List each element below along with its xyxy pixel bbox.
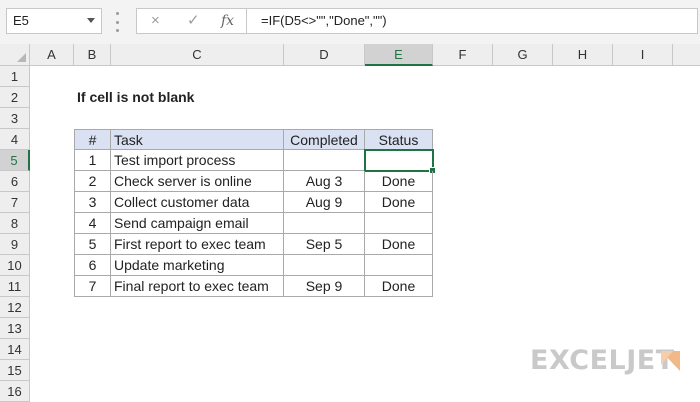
completed-cell[interactable] [284,150,365,171]
row-header-16[interactable]: 16 [0,381,30,402]
task-num-cell[interactable]: 1 [74,150,111,171]
row-header-7[interactable]: 7 [0,192,30,213]
status-cell[interactable] [365,255,433,276]
task-num-cell[interactable]: 7 [74,276,111,297]
chevron-down-icon[interactable] [87,18,95,23]
header-status[interactable]: Status [365,129,433,150]
status-cell[interactable]: Done [365,171,433,192]
formula-input[interactable]: =IF(D5<>"","Done","") [246,8,698,34]
row-header-5[interactable]: 5 [0,150,30,171]
sheet-title: If cell is not blank [77,89,195,105]
row-header-8[interactable]: 8 [0,213,30,234]
status-cell[interactable]: Done [365,234,433,255]
header-num[interactable]: # [74,129,111,150]
cancel-icon[interactable]: × [151,9,160,33]
column-header-a[interactable]: A [30,44,74,66]
row-header-4[interactable]: 4 [0,129,30,150]
row-header-6[interactable]: 6 [0,171,30,192]
task-name-cell[interactable]: Final report to exec team [111,276,284,297]
completed-cell[interactable] [284,255,365,276]
task-num-cell[interactable]: 2 [74,171,111,192]
row-header-11[interactable]: 11 [0,276,30,297]
header-task[interactable]: Task [111,129,284,150]
task-name-cell[interactable]: Send campaign email [111,213,284,234]
column-header-f[interactable]: F [433,44,493,66]
task-num-cell[interactable]: 4 [74,213,111,234]
row-header-9[interactable]: 9 [0,234,30,255]
completed-cell[interactable]: Aug 9 [284,192,365,213]
formula-bar: E5 × ✓ fx =IF(D5<>"","Done","") [0,0,700,45]
task-num-cell[interactable]: 6 [74,255,111,276]
status-cell-active[interactable] [364,149,434,172]
column-header-d[interactable]: D [284,44,365,66]
exceljet-logo-mark-icon [661,351,680,371]
row-header-1[interactable]: 1 [0,66,30,87]
status-cell[interactable]: Done [365,192,433,213]
row-header-12[interactable]: 12 [0,297,30,318]
column-header-h[interactable]: H [553,44,613,66]
completed-cell[interactable]: Sep 9 [284,276,365,297]
select-all-button[interactable] [0,44,30,66]
name-box-value: E5 [13,13,29,28]
column-header-next[interactable] [673,44,700,66]
drag-handle-icon[interactable] [116,12,120,32]
exceljet-logo: EXCELJET [530,345,675,376]
name-box[interactable]: E5 [6,8,102,34]
row-header-10[interactable]: 10 [0,255,30,276]
completed-cell[interactable]: Aug 3 [284,171,365,192]
column-header-e[interactable]: E [365,44,433,66]
column-header-c[interactable]: C [111,44,284,66]
row-header-14[interactable]: 14 [0,339,30,360]
column-header-i[interactable]: I [613,44,673,66]
completed-cell[interactable]: Sep 5 [284,234,365,255]
header-completed[interactable]: Completed [284,129,365,150]
row-header-13[interactable]: 13 [0,318,30,339]
column-header-b[interactable]: B [74,44,111,66]
column-header-g[interactable]: G [493,44,553,66]
completed-cell[interactable] [284,213,365,234]
task-name-cell[interactable]: Test import process [111,150,284,171]
status-cell[interactable]: Done [365,276,433,297]
enter-icon[interactable]: ✓ [187,9,200,33]
task-name-cell[interactable]: Check server is online [111,171,284,192]
row-header-15[interactable]: 15 [0,360,30,381]
task-name-cell[interactable]: Collect customer data [111,192,284,213]
task-num-cell[interactable]: 3 [74,192,111,213]
formula-buttons: × ✓ fx [136,8,246,34]
task-name-cell[interactable]: First report to exec team [111,234,284,255]
status-cell[interactable] [365,213,433,234]
task-name-cell[interactable]: Update marketing [111,255,284,276]
row-header-2[interactable]: 2 [0,87,30,108]
task-num-cell[interactable]: 5 [74,234,111,255]
row-header-3[interactable]: 3 [0,108,30,129]
insert-function-icon[interactable]: fx [221,9,234,33]
